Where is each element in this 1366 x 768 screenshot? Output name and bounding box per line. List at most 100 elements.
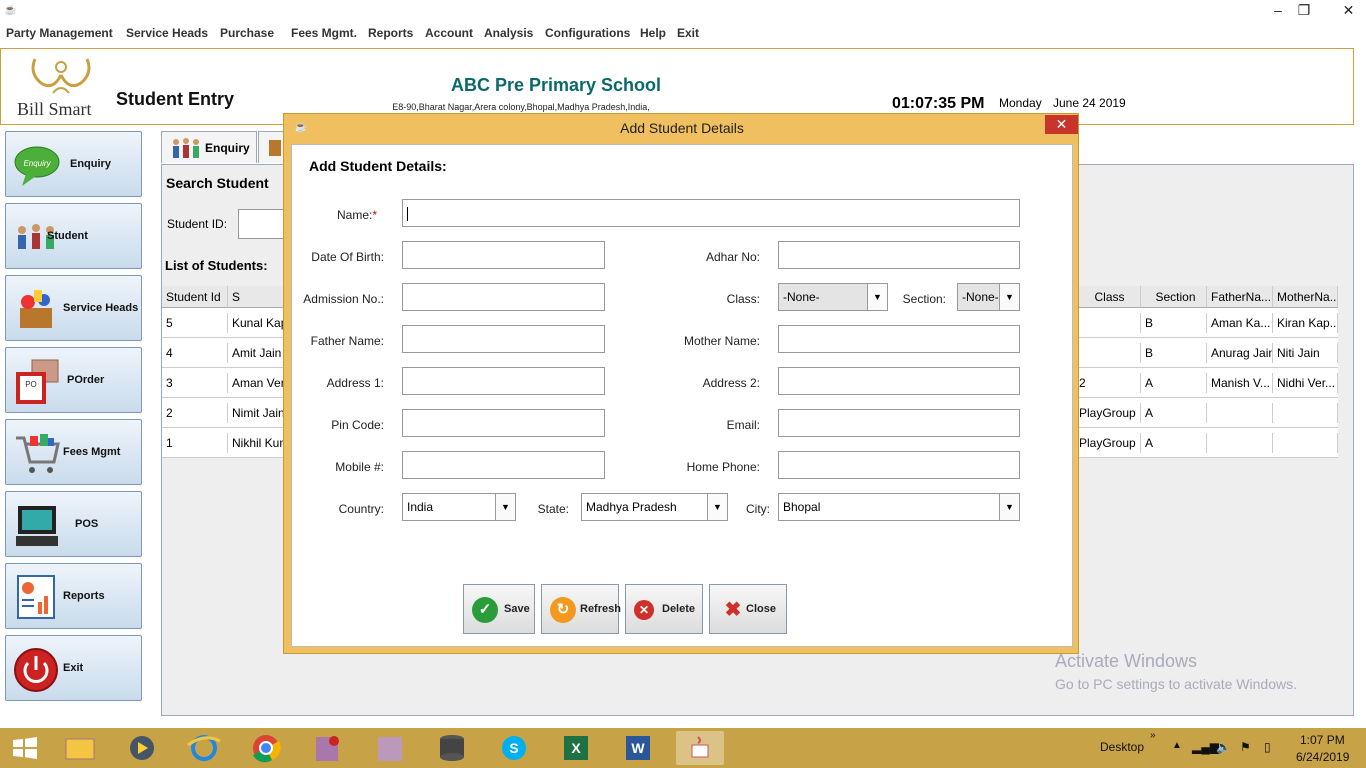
required-marker: * [372, 208, 377, 222]
chevron-up-icon[interactable]: » [1150, 730, 1156, 741]
col-header-class[interactable]: Class [1075, 286, 1141, 308]
col-header-mother-name[interactable]: MotherNa... [1273, 286, 1338, 308]
desktop-toolbar-label[interactable]: Desktop [1100, 740, 1144, 754]
battery-icon[interactable]: ▯ [1264, 740, 1271, 754]
menu-service-heads[interactable]: Service Heads [126, 26, 208, 40]
menu-purchase[interactable]: Purchase [220, 26, 274, 40]
maximize-button[interactable]: ❐ [1289, 0, 1319, 20]
col-header-father-name[interactable]: FatherNa... [1207, 286, 1273, 308]
internet-explorer-taskbar-icon[interactable] [180, 731, 228, 765]
name-label: Name:* [336, 208, 377, 222]
chrome-taskbar-icon[interactable] [242, 731, 290, 765]
add-student-dialog: ☕ Add Student Details ✕ Add Student Deta… [283, 113, 1079, 654]
media-player-taskbar-icon[interactable] [118, 731, 166, 765]
close-button[interactable]: ✖ Close [709, 584, 787, 634]
word-taskbar-icon[interactable]: W [614, 731, 662, 765]
photoshop-taskbar-icon[interactable] [304, 731, 352, 765]
start-button[interactable] [0, 731, 50, 765]
svg-text:PO: PO [25, 380, 37, 389]
tab-enquiry[interactable]: Enquiry [161, 131, 257, 163]
dob-field[interactable] [402, 241, 605, 269]
menu-configurations[interactable]: Configurations [545, 26, 630, 40]
sidebar-item-reports[interactable]: Reports [5, 563, 142, 629]
admission-label: Admission No.: [303, 292, 384, 306]
volume-icon[interactable]: 🔈 [1216, 740, 1231, 754]
col-header-name[interactable]: S [228, 286, 288, 308]
section-select[interactable]: -None- ▼ [957, 283, 1020, 311]
close-window-button[interactable]: ✕ [1331, 0, 1366, 20]
section-value: -None- [962, 290, 999, 304]
mother-field[interactable] [778, 325, 1020, 353]
sidebar-item-enquiry[interactable]: Enquiry Enquiry [5, 131, 142, 197]
sidebar-item-fees-mgmt[interactable]: Fees Mgmt [5, 419, 142, 485]
refresh-button[interactable]: ↻ Refresh [541, 584, 621, 634]
save-button[interactable]: ✓ Save [463, 584, 535, 634]
mobile-field[interactable] [402, 451, 605, 479]
skype-taskbar-icon[interactable]: S [490, 731, 538, 765]
network-icon[interactable]: ▂▄▆ [1192, 740, 1219, 754]
purchase-order-icon: PO [16, 359, 59, 404]
menu-analysis[interactable]: Analysis [484, 26, 533, 40]
name-field[interactable] [402, 199, 1020, 227]
clock-day: Monday [999, 96, 1042, 110]
address2-field[interactable] [778, 367, 1020, 395]
menu-account[interactable]: Account [425, 26, 473, 40]
pin-field[interactable] [402, 409, 605, 437]
class-select[interactable]: -None- ▼ [778, 283, 888, 311]
cell-class [1075, 343, 1141, 363]
delete-button-label: Delete [662, 603, 696, 615]
state-select[interactable]: Madhya Pradesh ▼ [581, 493, 728, 521]
father-field[interactable] [402, 325, 605, 353]
col-header-section[interactable]: Section [1141, 286, 1207, 308]
address2-label: Address 2: [702, 376, 760, 390]
cell-section: B [1141, 343, 1207, 363]
sidebar-item-service-heads[interactable]: Service Heads [5, 275, 142, 341]
tray-date[interactable]: 6/24/2019 [1296, 750, 1349, 764]
menu-party-management[interactable]: Party Management [6, 26, 113, 40]
adhar-field[interactable] [778, 241, 1020, 269]
activate-windows-text: Go to PC settings to activate Windows. [1055, 676, 1297, 692]
excel-taskbar-icon[interactable]: X [552, 731, 600, 765]
page-title: Student Entry [116, 89, 235, 109]
menu-reports[interactable]: Reports [368, 26, 413, 40]
cell-id: 1 [162, 433, 228, 453]
city-select[interactable]: Bhopal ▼ [778, 493, 1020, 521]
delete-button[interactable]: ✕ Delete [625, 584, 703, 634]
city-label: City: [746, 502, 770, 516]
sidebar-item-porder[interactable]: PO POrder [5, 347, 142, 413]
cell-class: 2 [1075, 373, 1141, 393]
cell-section: A [1141, 433, 1207, 453]
menu-help[interactable]: Help [640, 26, 666, 40]
database-taskbar-icon[interactable] [428, 731, 476, 765]
cell-name: Nikhil Kum [228, 433, 288, 453]
chevron-down-icon: ▼ [707, 494, 727, 520]
address1-field[interactable] [402, 367, 605, 395]
cell-name: Kunal Kap [228, 313, 288, 333]
country-select[interactable]: India ▼ [402, 493, 516, 521]
cell-mother [1273, 433, 1338, 453]
file-explorer-taskbar-icon[interactable] [56, 731, 104, 765]
admission-field[interactable] [402, 283, 605, 311]
cell-mother [1273, 403, 1338, 423]
app-four-taskbar-icon[interactable] [366, 731, 414, 765]
cell-father [1207, 403, 1273, 423]
java-app-taskbar-icon[interactable] [676, 731, 724, 765]
cell-mother: Niti Jain [1273, 343, 1338, 363]
email-field[interactable] [778, 409, 1020, 437]
report-chart-icon [17, 575, 55, 619]
menu-fees-mgmt[interactable]: Fees Mgmt. [291, 26, 357, 40]
dialog-close-button[interactable]: ✕ [1045, 115, 1078, 134]
sidebar-item-pos[interactable]: POS [5, 491, 142, 557]
tray-time[interactable]: 1:07 PM [1300, 733, 1345, 747]
sidebar-item-exit[interactable]: Exit [5, 635, 142, 701]
menu-exit[interactable]: Exit [677, 26, 699, 40]
col-header-student-id[interactable]: Student Id [162, 286, 228, 308]
student-id-input[interactable] [238, 209, 288, 239]
flag-icon[interactable]: ⚑ [1240, 740, 1251, 754]
sidebar-item-student[interactable]: Student [5, 203, 142, 269]
tray-overflow-icon[interactable]: ▲ [1172, 740, 1182, 751]
cell-father: Aman Ka... [1207, 313, 1273, 333]
java-icon: ☕ [4, 5, 17, 16]
home-phone-field[interactable] [778, 451, 1020, 479]
cell-id: 5 [162, 313, 228, 333]
